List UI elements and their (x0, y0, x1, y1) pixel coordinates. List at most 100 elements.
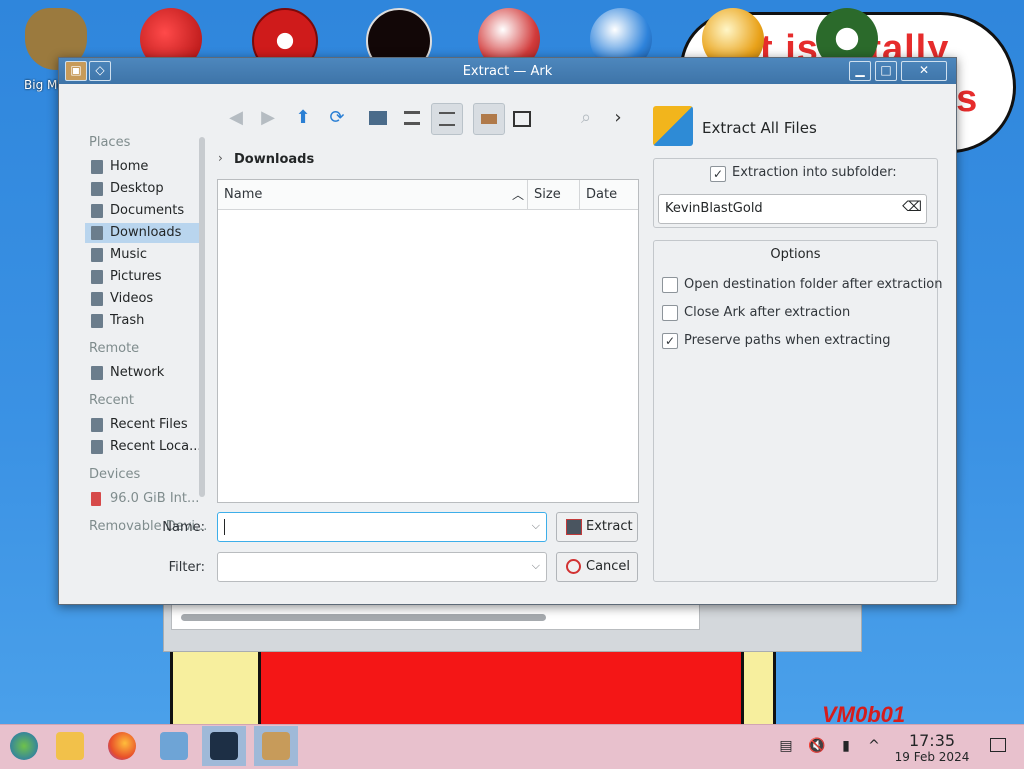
place-label: Pictures (110, 269, 162, 284)
filter-combo[interactable]: ⌵ (217, 552, 547, 582)
column-size[interactable]: Size (534, 187, 561, 202)
column-divider[interactable] (579, 180, 580, 209)
subfolder-label: Extraction into subfolder: (732, 165, 897, 180)
breadcrumb-current[interactable]: Downloads (234, 152, 314, 167)
place-label: Downloads (110, 225, 182, 240)
place-desktop[interactable]: Desktop (85, 179, 199, 199)
preserve-paths-checkbox[interactable]: ✓ (662, 333, 678, 349)
toggle-panel-button[interactable] (507, 103, 537, 133)
recent-files-icon (91, 418, 103, 432)
close-ark-label: Close Ark after extraction (684, 305, 851, 320)
taskbar-system-monitor[interactable] (152, 726, 196, 766)
background-window-scrollbar[interactable] (181, 614, 546, 621)
videos-icon (91, 292, 103, 306)
maximize-button[interactable]: □ (875, 61, 897, 81)
start-menu-button[interactable] (2, 726, 46, 766)
show-desktop-icon[interactable] (990, 738, 1006, 752)
icon-view-button[interactable] (363, 103, 393, 133)
reload-icon: ⟳ (329, 107, 345, 128)
place-label: 96.0 GiB Int... (110, 491, 199, 506)
close-ark-checkbox[interactable] (662, 305, 678, 321)
place-trash[interactable]: Trash (85, 311, 199, 331)
extract-button[interactable]: Extract (556, 512, 638, 542)
volume-muted-icon[interactable]: 🔇 (808, 738, 825, 754)
archive-box-icon (262, 732, 290, 760)
up-arrow-icon: ⬆ (295, 107, 311, 128)
firefox-icon (108, 732, 136, 760)
forward-button[interactable]: ▶ (253, 103, 283, 133)
chevron-down-icon[interactable]: ⌵ (532, 559, 540, 573)
zoom-button[interactable]: ⌕ (571, 103, 601, 133)
place-music[interactable]: Music (85, 245, 199, 265)
subfolder-value: KevinBlastGold (665, 201, 763, 216)
places-splitter[interactable] (199, 137, 205, 497)
remote-heading: Remote (89, 341, 140, 356)
parent-folder-button[interactable]: ⬆ (288, 103, 318, 133)
detail-view-button[interactable] (431, 103, 463, 135)
place-videos[interactable]: Videos (85, 289, 199, 309)
archive-extract-icon (653, 106, 693, 146)
place-label: Home (110, 159, 149, 174)
place-documents[interactable]: Documents (85, 201, 199, 221)
column-name[interactable]: Name (224, 187, 262, 202)
open-destination-checkbox[interactable] (662, 277, 678, 293)
place-label: Recent Files (110, 417, 188, 432)
taskbar-file-manager[interactable] (48, 726, 92, 766)
network-icon (91, 366, 103, 380)
places-heading: Places (89, 135, 131, 150)
preview-icon (481, 114, 497, 124)
preserve-paths-label: Preserve paths when extracting (684, 333, 891, 348)
home-icon (91, 160, 103, 174)
recent-heading: Recent (89, 393, 134, 408)
minimize-button[interactable]: ▁ (849, 61, 871, 81)
place-pictures[interactable]: Pictures (85, 267, 199, 287)
taskbar-ark-task[interactable] (202, 726, 246, 766)
desktop-icon (91, 182, 103, 196)
cancel-button[interactable]: Cancel (556, 552, 638, 582)
options-group: Options Open destination folder after ex… (653, 240, 943, 582)
close-button[interactable]: ✕ (901, 61, 947, 81)
zoom-icon: ⌕ (580, 107, 592, 128)
cancel-icon (566, 559, 581, 574)
taskbar-firefox[interactable] (100, 726, 144, 766)
battery-icon[interactable]: ▮ (838, 738, 854, 754)
place-home[interactable]: Home (85, 157, 199, 177)
place-drive[interactable]: 96.0 GiB Int... (85, 489, 199, 509)
column-date[interactable]: Date (586, 187, 617, 202)
more-tools-button[interactable]: › (603, 103, 633, 133)
breadcrumb-arrow-icon[interactable]: › (218, 151, 223, 165)
open-destination-label: Open destination folder after extraction (684, 277, 943, 292)
clock[interactable]: 17:35 19 Feb 2024 (892, 731, 972, 764)
ark-icon (210, 732, 238, 760)
column-divider[interactable] (527, 180, 528, 209)
reload-button[interactable]: ⟳ (322, 103, 352, 133)
place-label: Network (110, 365, 165, 380)
file-list[interactable]: Name ︿ Size Date (217, 179, 639, 503)
trash-icon (91, 314, 103, 328)
place-network[interactable]: Network (85, 363, 199, 383)
icon-view-icon (369, 111, 387, 125)
forward-arrow-icon: ▶ (261, 107, 275, 128)
back-arrow-icon: ◀ (229, 107, 243, 128)
title-bar[interactable]: ▣ ◇ Extract — Ark ▁ □ ✕ (59, 58, 956, 84)
clock-date: 19 Feb 2024 (894, 750, 970, 764)
subfolder-input[interactable]: KevinBlastGold ⌫ (658, 194, 927, 224)
place-downloads[interactable]: Downloads (85, 223, 199, 243)
recent-locations-icon (91, 440, 103, 454)
place-recent-files[interactable]: Recent Files (85, 415, 199, 435)
chevron-down-icon[interactable]: ⌵ (532, 519, 540, 533)
place-label: Recent Loca... (110, 439, 199, 454)
taskbar-ark-extract[interactable] (254, 726, 298, 766)
preview-button[interactable] (473, 103, 505, 135)
compact-view-button[interactable] (397, 103, 427, 133)
window-title: Extract — Ark (462, 64, 553, 79)
clear-text-icon[interactable]: ⌫ (902, 199, 922, 215)
subfolder-checkbox[interactable]: ✓ (710, 166, 726, 182)
place-recent-locations[interactable]: Recent Loca... (85, 437, 199, 457)
tray-expand-icon[interactable]: ^ (866, 738, 882, 754)
back-button[interactable]: ◀ (221, 103, 251, 133)
save-icon (566, 519, 582, 535)
documents-icon (91, 204, 103, 218)
clipboard-icon[interactable]: ▤ (778, 738, 794, 754)
name-combo[interactable]: ⌵ (217, 512, 547, 542)
